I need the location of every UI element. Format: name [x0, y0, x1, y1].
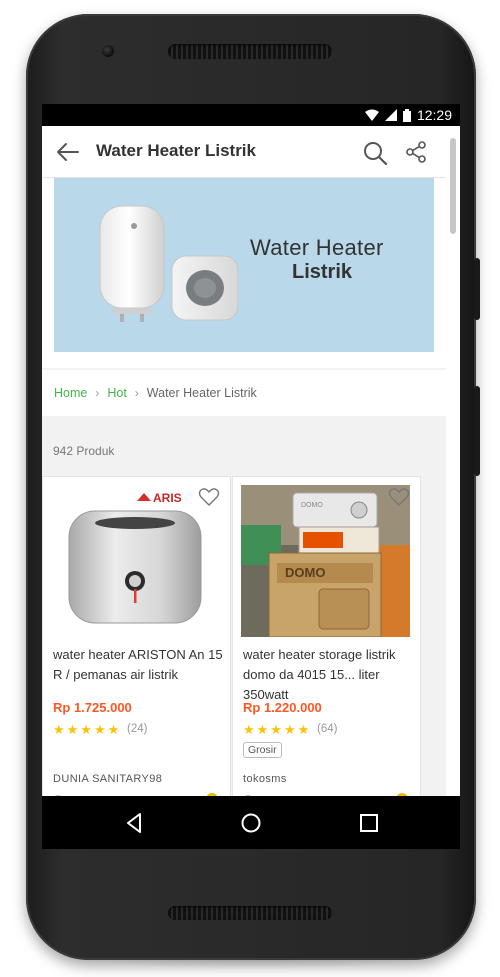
status-bar: 12:29: [42, 104, 460, 126]
android-nav-bar: [42, 796, 460, 849]
wifi-icon: [364, 109, 379, 121]
product-card[interactable]: ARIS water heater ARISTON An 15 R / pema…: [42, 476, 231, 796]
box-brand-text: DOMO: [285, 565, 325, 580]
share-icon[interactable]: [404, 140, 428, 164]
rating-stars: ★★★★★: [243, 722, 312, 737]
shop-name[interactable]: DUNIA SANITARY98: [53, 773, 162, 785]
product-title[interactable]: water heater ARISTON An 15 R / pemanas a…: [53, 645, 225, 685]
rating-stars: ★★★★★: [53, 722, 122, 737]
volume-button: [474, 258, 480, 320]
product-image: ARIS: [51, 485, 220, 637]
breadcrumb: Home › Hot › Water Heater Listrik: [42, 370, 446, 416]
chevron-right-icon: ›: [134, 386, 139, 400]
breadcrumb-home[interactable]: Home: [54, 386, 87, 400]
search-icon[interactable]: [362, 140, 388, 166]
product-title[interactable]: water heater storage listrik domo da 401…: [243, 645, 415, 705]
chevron-right-icon: ›: [95, 386, 100, 400]
page-title: Water Heater Listrik: [96, 141, 256, 160]
brand-logo-text: ARIS: [153, 491, 182, 505]
water-heater-image: [99, 205, 239, 322]
review-count: (64): [317, 723, 338, 735]
arrow-left-icon[interactable]: [54, 140, 80, 164]
banner-title-line2: Listrik: [292, 261, 353, 283]
heart-icon[interactable]: [388, 487, 410, 507]
nav-home-icon[interactable]: [239, 811, 263, 835]
review-count: (24): [127, 723, 148, 735]
signal-icon: [384, 109, 397, 121]
status-time: 12:29: [416, 107, 452, 123]
grosir-badge: Grosir: [243, 742, 282, 758]
product-card[interactable]: DOMO DOMO water heater storage listrik d…: [232, 476, 421, 796]
breadcrumb-hot[interactable]: Hot: [107, 386, 126, 400]
ariston-heater-image: ARIS: [51, 485, 220, 637]
page-content: Water Heater Listrik Home › Hot › Water …: [42, 178, 446, 796]
power-button: [474, 386, 480, 476]
battery-icon: [402, 108, 411, 122]
heater-brand-text: DOMO: [301, 502, 323, 509]
heart-icon[interactable]: [198, 487, 220, 507]
nav-recents-icon[interactable]: [357, 811, 381, 835]
banner-title-line1: Water Heater: [250, 235, 384, 260]
scrollbar-thumb[interactable]: [450, 138, 456, 234]
earpiece-speaker: [168, 44, 332, 59]
product-price: Rp 1.725.000: [53, 700, 132, 715]
bottom-speaker: [168, 906, 332, 920]
app-bar: Water Heater Listrik: [42, 126, 446, 178]
shop-name[interactable]: tokosms: [243, 773, 287, 785]
category-banner[interactable]: Water Heater Listrik: [54, 178, 434, 352]
domo-heater-image: DOMO DOMO: [241, 485, 410, 637]
screen: 12:29 Water Heater Listrik Water Heater …: [42, 104, 460, 849]
nav-back-icon[interactable]: [122, 811, 146, 835]
product-image: DOMO DOMO: [241, 485, 410, 637]
product-count: 942 Produk: [53, 444, 115, 458]
banner-container: Water Heater Listrik: [42, 178, 446, 368]
front-camera: [102, 45, 114, 57]
product-price: Rp 1.220.000: [243, 700, 322, 715]
breadcrumb-current: Water Heater Listrik: [146, 386, 257, 400]
